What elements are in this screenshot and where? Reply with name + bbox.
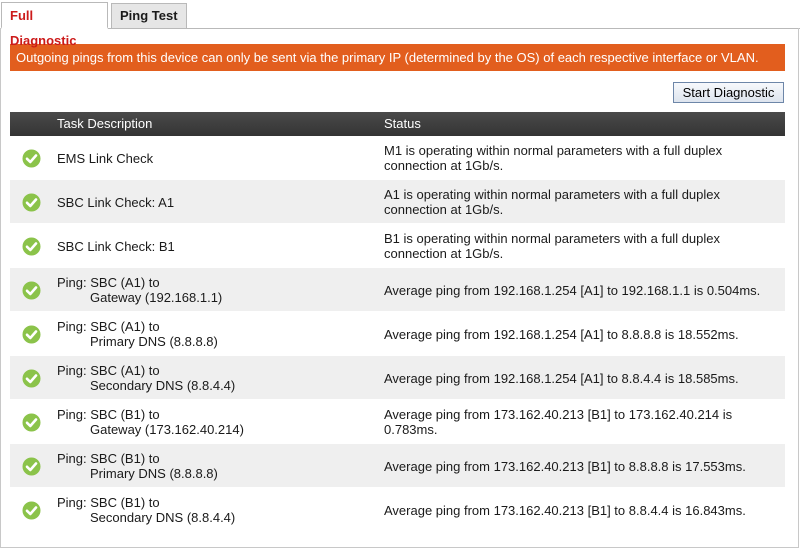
check-circle-icon [22,501,41,520]
task-description: Ping: SBC (B1) to Primary DNS (8.8.8.8) [57,444,367,488]
table-row: SBC Link Check: B1 B1 is operating within… [10,224,785,268]
tab-full-diagnostic[interactable]: Full Diagnostic [1,2,108,48]
task-status: M1 is operating within normal parameters… [384,143,723,173]
task-line: SBC Link Check: B1 [57,238,175,254]
task-status: Average ping from 192.168.1.254 [A1] to … [384,282,761,298]
table-row: Ping: SBC (A1) to Secondary DNS (8.8.4.4)… [10,356,785,400]
task-line: Ping: SBC (B1) to [57,451,160,466]
task-status: Average ping from 173.162.40.213 [B1] to… [384,458,746,474]
tab-bar: Full Diagnostic Ping Test [0,0,800,48]
task-description: Ping: SBC (A1) to Secondary DNS (8.8.4.4) [57,356,367,400]
check-circle-icon [22,413,41,432]
check-circle-icon [22,457,41,476]
check-circle-icon [22,325,41,344]
task-description: SBC Link Check: B1 [57,224,367,268]
table-row: Ping: SBC (A1) to Gateway (192.168.1.1) Av… [10,268,785,312]
check-circle-icon [22,281,41,300]
table-body: EMS Link Check M1 is operating within nor… [10,136,785,532]
check-circle-icon [22,149,41,168]
task-line: Ping: SBC (B1) to [57,495,160,510]
task-description: Ping: SBC (B1) to Gateway (173.162.40.214… [57,400,367,444]
task-line: EMS Link Check [57,150,154,166]
task-line: Ping: SBC (A1) to [57,319,160,334]
table-row: Ping: SBC (B1) to Primary DNS (8.8.8.8) Av… [10,444,785,488]
table-row: Ping: SBC (B1) to Secondary DNS (8.8.4.4)… [10,488,785,532]
warning-banner: Outgoing pings from this device can only… [10,44,785,71]
column-header-status: Status [384,116,421,131]
task-target-line: Secondary DNS (8.8.4.4) [90,510,236,525]
table-row: Ping: SBC (A1) to Primary DNS (8.8.8.8) Av… [10,312,785,356]
task-line: Ping: SBC (A1) to [57,363,160,378]
column-header-task: Task Description [57,116,153,131]
task-target-line: Gateway (173.162.40.214) [90,422,244,437]
task-line: Ping: SBC (B1) to [57,407,160,422]
check-circle-icon [22,369,41,388]
task-status: Average ping from 192.168.1.254 [A1] to … [384,370,739,386]
diagnostic-table: Task Description Status EMS Link Check M1… [10,112,785,532]
task-description: Ping: SBC (A1) to Primary DNS (8.8.8.8) [57,312,367,356]
task-description: Ping: SBC (B1) to Secondary DNS (8.8.4.4) [57,488,367,532]
task-line: Ping: SBC (A1) to [57,275,160,290]
check-circle-icon [22,237,41,256]
task-status: Average ping from 173.162.40.213 [B1] to… [384,502,746,518]
task-target-line: Secondary DNS (8.8.4.4) [90,378,236,393]
task-status: Average ping from 192.168.1.254 [A1] to … [384,326,739,342]
task-line: SBC Link Check: A1 [57,194,175,210]
task-status: A1 is operating within normal parameters… [384,187,721,217]
task-description: SBC Link Check: A1 [57,180,367,224]
table-row: SBC Link Check: A1 A1 is operating within… [10,180,785,224]
start-diagnostic-button[interactable]: Start Diagnostic [673,82,784,103]
table-header: Task Description Status [10,112,785,136]
check-circle-icon [22,193,41,212]
task-status: B1 is operating within normal parameters… [384,231,721,261]
task-target-line: Primary DNS (8.8.8.8) [90,466,218,481]
task-target-line: Primary DNS (8.8.8.8) [90,334,218,349]
table-row: Ping: SBC (B1) to Gateway (173.162.40.214… [10,400,785,444]
task-status: Average ping from 173.162.40.213 [B1] to… [384,407,733,437]
table-row: EMS Link Check M1 is operating within nor… [10,136,785,180]
task-target-line: Gateway (192.168.1.1) [90,290,223,305]
task-description: Ping: SBC (A1) to Gateway (192.168.1.1) [57,268,367,312]
task-description: EMS Link Check [57,136,367,180]
tab-ping-test[interactable]: Ping Test [111,3,187,28]
